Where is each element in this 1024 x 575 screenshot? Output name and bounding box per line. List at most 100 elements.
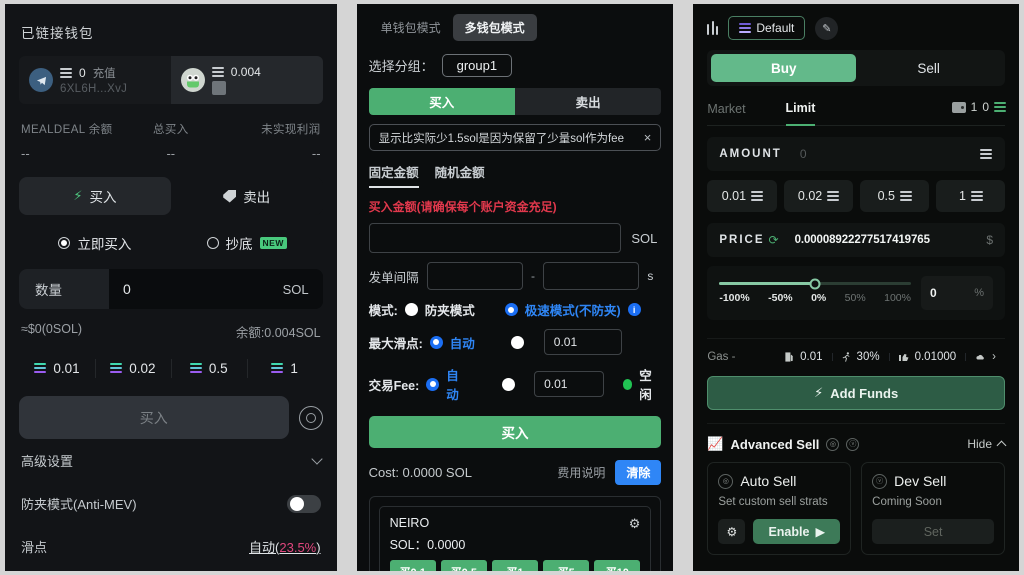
quick-amount-0[interactable]: 0.01 xyxy=(19,355,95,382)
group-select[interactable]: group1 xyxy=(442,54,512,77)
submit-buy-button[interactable]: 买入 xyxy=(369,416,662,448)
enable-button[interactable]: Enable ▶ xyxy=(753,519,840,544)
tab-market[interactable]: Market xyxy=(707,97,745,125)
radio-icon-manual[interactable] xyxy=(511,336,524,349)
buy-button[interactable]: Buy xyxy=(711,54,856,82)
wallet-deposit-link[interactable]: 充值 xyxy=(93,65,116,81)
wallet-item-0[interactable]: 0 充值 6XL6H...XvJ xyxy=(19,56,171,104)
preset-icon xyxy=(739,23,750,34)
wallet-count-badge[interactable]: 1 0 xyxy=(952,100,1005,121)
mode-option-antimev[interactable]: 防夹模式 xyxy=(425,300,475,319)
sell-tab[interactable]: 卖出 xyxy=(515,88,661,115)
fee-info-link[interactable]: 费用说明 xyxy=(557,464,605,481)
advanced-settings-row[interactable]: 高级设置 xyxy=(19,439,323,482)
order-mode-instant[interactable]: 立即买入 xyxy=(19,233,171,253)
slippage-value[interactable]: 自动(23.5%) xyxy=(249,537,321,556)
interval-from-input[interactable] xyxy=(427,262,523,290)
clear-button[interactable]: 清除 xyxy=(615,460,661,485)
max-slippage-auto[interactable]: 自动 xyxy=(450,333,475,352)
slider-knob[interactable] xyxy=(810,278,821,289)
multi-wallet-mode[interactable]: 多钱包模式 xyxy=(453,14,537,41)
slippage-row[interactable]: 滑点 自动(23.5%) xyxy=(19,525,323,568)
buy-chip[interactable]: 买5 xyxy=(543,560,589,575)
quick-amount-2[interactable]: 0.5 xyxy=(171,355,247,382)
order-mode-label: 立即买入 xyxy=(77,233,131,253)
quantity-field[interactable]: 数量 0 SOL xyxy=(19,269,323,309)
amount-input[interactable] xyxy=(369,223,622,253)
amount-input[interactable]: 0 xyxy=(800,147,980,161)
wallet-mode-toggle: 单钱包模式 多钱包模式 xyxy=(369,14,662,41)
trade-fee-auto[interactable]: 自动 xyxy=(446,365,468,403)
buy-tab[interactable]: ⚡ 买入 xyxy=(19,177,171,215)
sell-button[interactable]: Sell xyxy=(856,54,1001,82)
priority-fee-row[interactable]: 优先费 0.006 xyxy=(19,568,323,575)
preset-selector[interactable]: Default xyxy=(728,16,805,40)
refresh-icon[interactable]: ⟳ xyxy=(769,233,779,247)
antimev-row[interactable]: 防夹模式(Anti-MEV) xyxy=(19,482,323,525)
buy-chip[interactable]: 买10 xyxy=(594,560,640,575)
price-input[interactable]: 0.00008922277517419765 xyxy=(795,234,987,246)
amount-preset-1[interactable]: 0.02 xyxy=(784,180,853,212)
buy-chip[interactable]: 买0.1 xyxy=(390,560,436,575)
gas-speed-item[interactable]: 30% xyxy=(832,351,889,363)
quick-amount-label: 0.5 xyxy=(209,361,228,376)
percent-field[interactable]: 0 % xyxy=(921,276,993,310)
quick-amount-1[interactable]: 0.02 xyxy=(95,355,171,382)
amount-preset-2[interactable]: 0.5 xyxy=(860,180,929,212)
info-icon[interactable]: i xyxy=(628,303,641,316)
mode-option-fast[interactable]: 极速模式(不防夹) xyxy=(525,300,621,319)
amount-preset-0[interactable]: 0.01 xyxy=(707,180,776,212)
radio-icon-fast[interactable] xyxy=(505,303,518,316)
gas-tip-item[interactable]: 0.01000 xyxy=(889,351,966,363)
radio-icon-manual[interactable] xyxy=(502,378,515,391)
buy-chips: 买0.1 买0.5 买1 买5 买10 xyxy=(390,560,641,575)
radio-icon-antimev[interactable] xyxy=(405,303,418,316)
buy-tab[interactable]: 买入 xyxy=(369,88,515,115)
trade-fee-input[interactable]: 0.01 xyxy=(534,371,604,397)
stat-value: -- xyxy=(21,146,121,161)
price-field[interactable]: PRICE ⟳ 0.00008922277517419765 $ xyxy=(707,223,1005,257)
quick-amount-3[interactable]: 1 xyxy=(247,355,323,382)
buy-chip[interactable]: 买0.5 xyxy=(441,560,487,575)
sliders-icon[interactable] xyxy=(707,21,718,35)
antimev-toggle[interactable] xyxy=(287,495,321,513)
gas-fuel-item[interactable]: 0.01 xyxy=(775,351,831,363)
wallet-item-1[interactable]: 0.004 xyxy=(171,56,323,104)
stat-value: -- xyxy=(121,146,221,161)
quantity-value[interactable]: 0 xyxy=(123,281,131,297)
gear-icon[interactable]: ⚙ xyxy=(629,516,641,532)
radio-icon-auto[interactable] xyxy=(426,378,439,391)
buy-chip[interactable]: 买1 xyxy=(492,560,538,575)
percent-value[interactable]: 0 xyxy=(930,286,937,300)
max-slippage-input[interactable]: 0.01 xyxy=(544,329,622,355)
edit-pencil-icon[interactable]: ✎ xyxy=(815,17,838,40)
wallet-sol-amount: 0 xyxy=(982,100,989,114)
sol-icon xyxy=(212,67,224,78)
auto-sell-card: ◎ Auto Sell Set custom sell strats ⚙ Ena… xyxy=(707,462,851,555)
order-mode-dip[interactable]: 抄底 NEW xyxy=(171,233,323,253)
slider-fill xyxy=(719,282,815,285)
add-funds-button[interactable]: ⚡ Add Funds xyxy=(707,376,1005,410)
settings-gear-icon[interactable] xyxy=(299,406,323,430)
hide-toggle[interactable]: Hide xyxy=(967,437,1005,451)
amount-field[interactable]: AMOUNT 0 xyxy=(707,137,1005,171)
amount-preset-3[interactable]: 1 xyxy=(936,180,1005,212)
radio-icon-auto[interactable] xyxy=(430,336,443,349)
slider-tick: 0% xyxy=(811,292,826,304)
sell-tab[interactable]: 卖出 xyxy=(171,177,323,215)
close-icon[interactable]: × xyxy=(644,130,652,145)
runner-icon xyxy=(841,351,852,363)
fixed-amount-tab[interactable]: 固定金额 xyxy=(369,162,419,188)
price-slider[interactable] xyxy=(719,282,911,285)
random-amount-tab[interactable]: 随机金额 xyxy=(435,162,485,188)
gas-more-item[interactable]: › xyxy=(965,351,1005,363)
preset-value: 1 xyxy=(959,189,966,203)
single-wallet-mode[interactable]: 单钱包模式 xyxy=(369,14,453,41)
percent-unit: % xyxy=(974,287,984,299)
preset-value: 0.01 xyxy=(722,189,746,203)
gear-icon[interactable]: ⚙ xyxy=(718,519,745,544)
quick-amount-label: 0.02 xyxy=(129,361,155,376)
buy-button[interactable]: 买入 xyxy=(19,396,289,439)
interval-to-input[interactable] xyxy=(543,262,639,290)
tab-limit[interactable]: Limit xyxy=(786,96,816,126)
